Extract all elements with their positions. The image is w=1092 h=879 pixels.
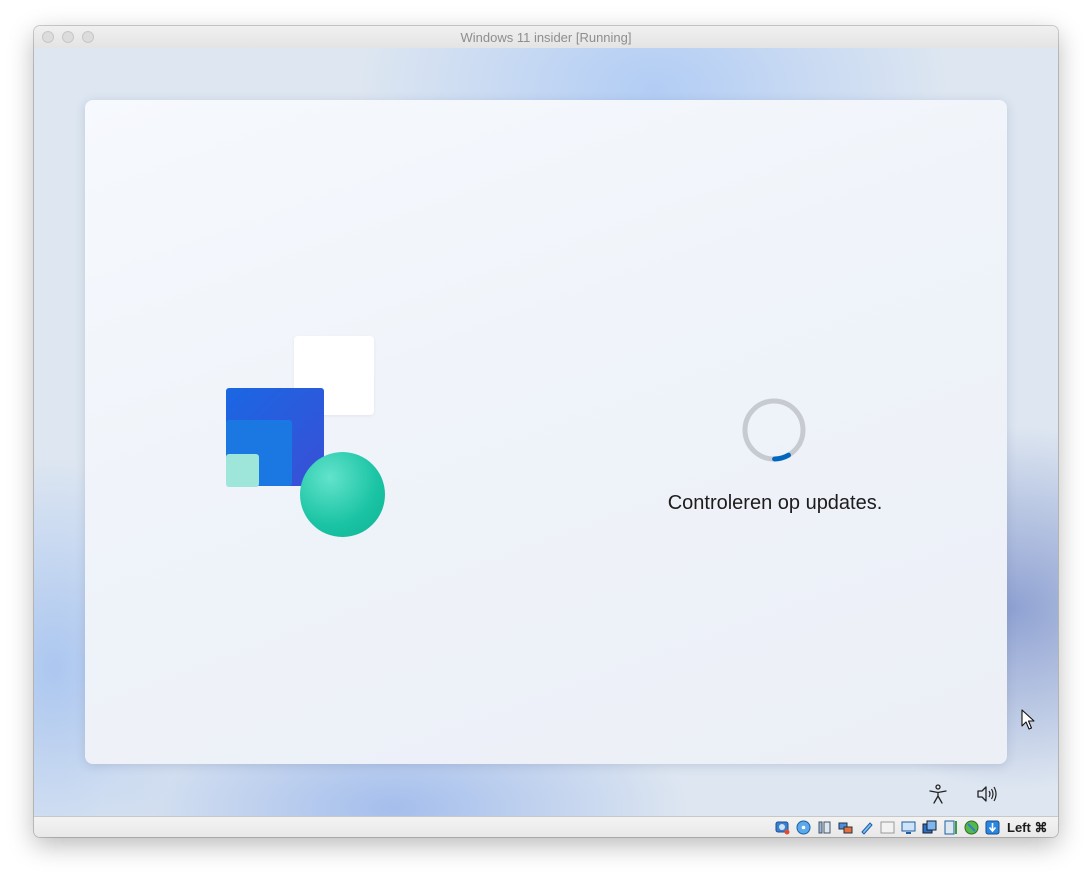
accessibility-icon[interactable] — [927, 783, 949, 805]
spinner-arc — [742, 398, 806, 462]
optical-drive-icon[interactable] — [796, 820, 811, 835]
display-icon[interactable] — [901, 820, 916, 835]
virtualbox-window: Windows 11 insider [Running] Controleren… — [34, 26, 1058, 837]
usb-icon[interactable] — [859, 820, 874, 835]
cpu-icon[interactable] — [943, 820, 958, 835]
setup-card: Controleren op updates. — [85, 100, 1007, 764]
audio-icon[interactable] — [817, 820, 832, 835]
loading-spinner — [742, 398, 806, 462]
host-key-label: Left ⌘ — [1007, 820, 1048, 835]
logo-teal-square — [226, 454, 259, 487]
vm-screen[interactable]: Controleren op updates. — [34, 48, 1058, 816]
spinner-track — [742, 398, 806, 462]
recording-icon[interactable] — [922, 820, 937, 835]
vm-status-bar: Left ⌘ — [34, 816, 1058, 837]
status-message: Controleren op updates. — [667, 492, 883, 514]
mouse-integration-icon[interactable] — [985, 820, 1000, 835]
network-icon[interactable] — [838, 820, 853, 835]
guest-additions-icon[interactable] — [964, 820, 979, 835]
title-bar[interactable]: Windows 11 insider [Running] — [34, 26, 1058, 49]
shared-folders-icon[interactable] — [880, 820, 895, 835]
logo-teal-circle — [300, 452, 385, 537]
mouse-pointer-icon — [1021, 709, 1035, 730]
volume-icon[interactable] — [975, 783, 997, 805]
window-title: Windows 11 insider [Running] — [460, 30, 632, 45]
hard-disk-icon[interactable] — [775, 820, 790, 835]
